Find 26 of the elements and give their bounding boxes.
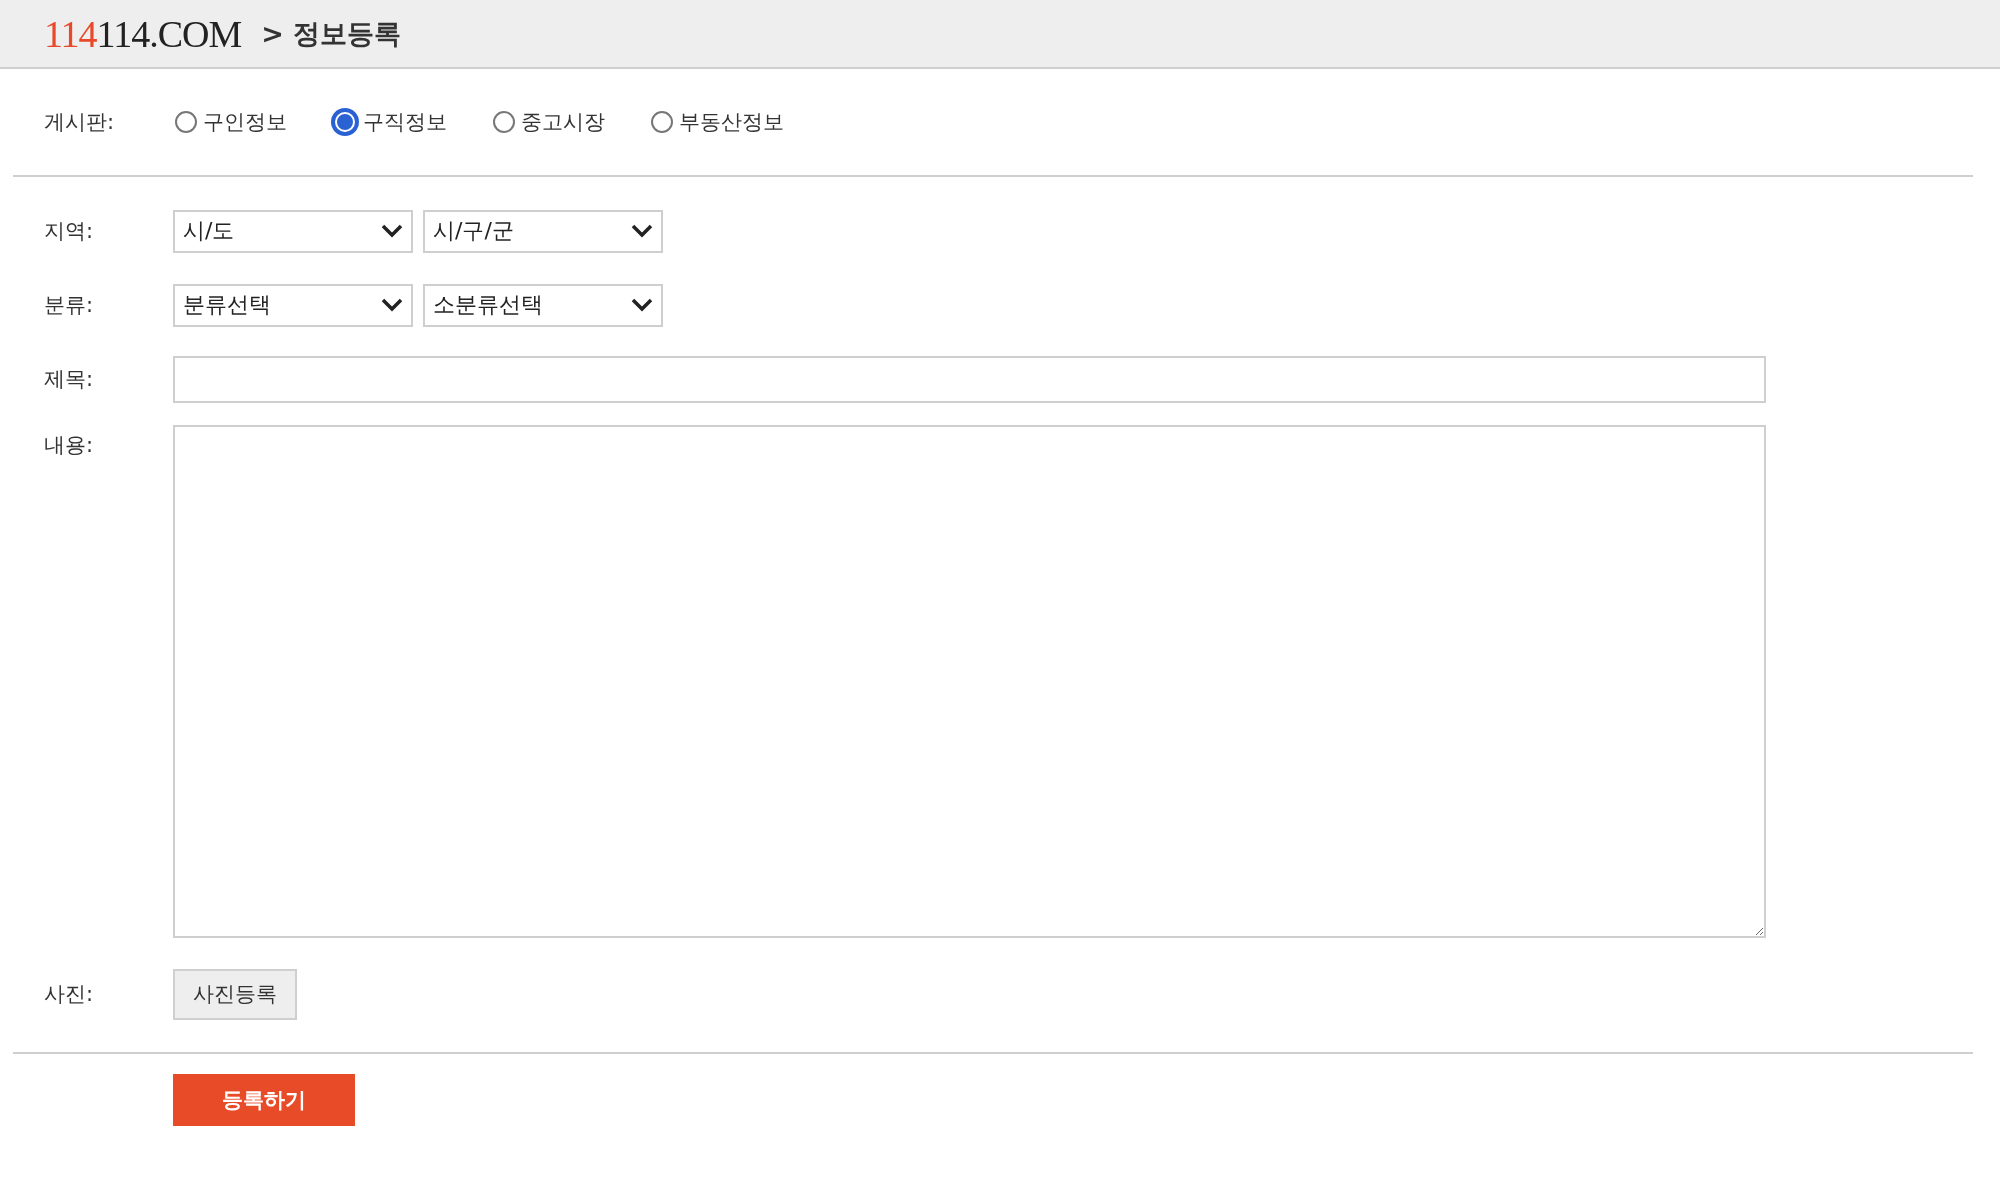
radio-label[interactable]: 중고시장 bbox=[521, 108, 605, 136]
field-label: 사진: bbox=[44, 981, 95, 1008]
radio-label[interactable]: 구직정보 bbox=[363, 108, 447, 136]
dropdown-select[interactable]: 분류선택 bbox=[173, 283, 413, 327]
chevron-down-icon bbox=[631, 224, 653, 238]
field-label: 지역: bbox=[44, 218, 95, 245]
title-input[interactable] bbox=[173, 355, 1766, 403]
chevron-down-icon bbox=[381, 298, 403, 312]
dropdown-select[interactable]: 시/구/군 bbox=[423, 209, 663, 253]
submit-button[interactable]: 등록하기 bbox=[173, 1074, 355, 1126]
radio-label[interactable]: 부동산정보 bbox=[679, 108, 784, 136]
radio-button[interactable] bbox=[651, 111, 673, 133]
site-logo[interactable]: 114114.COM bbox=[44, 11, 242, 56]
radio-button[interactable] bbox=[493, 111, 515, 133]
page-title: > 정보등록 bbox=[261, 16, 402, 51]
dropdown-select[interactable]: 소분류선택 bbox=[423, 283, 663, 327]
photo-upload-button[interactable]: 사진등록 bbox=[173, 968, 297, 1020]
field-label: 내용: bbox=[44, 432, 95, 459]
field-label: 분류: bbox=[44, 292, 95, 319]
field-label: 게시판: bbox=[44, 109, 116, 136]
chevron-down-icon bbox=[631, 298, 653, 312]
radio-button[interactable] bbox=[175, 111, 197, 133]
chevron-down-icon bbox=[381, 224, 403, 238]
field-label: 제목: bbox=[44, 366, 95, 393]
radio-label[interactable]: 구인정보 bbox=[203, 108, 287, 136]
dropdown-select[interactable]: 시/도 bbox=[173, 209, 413, 253]
